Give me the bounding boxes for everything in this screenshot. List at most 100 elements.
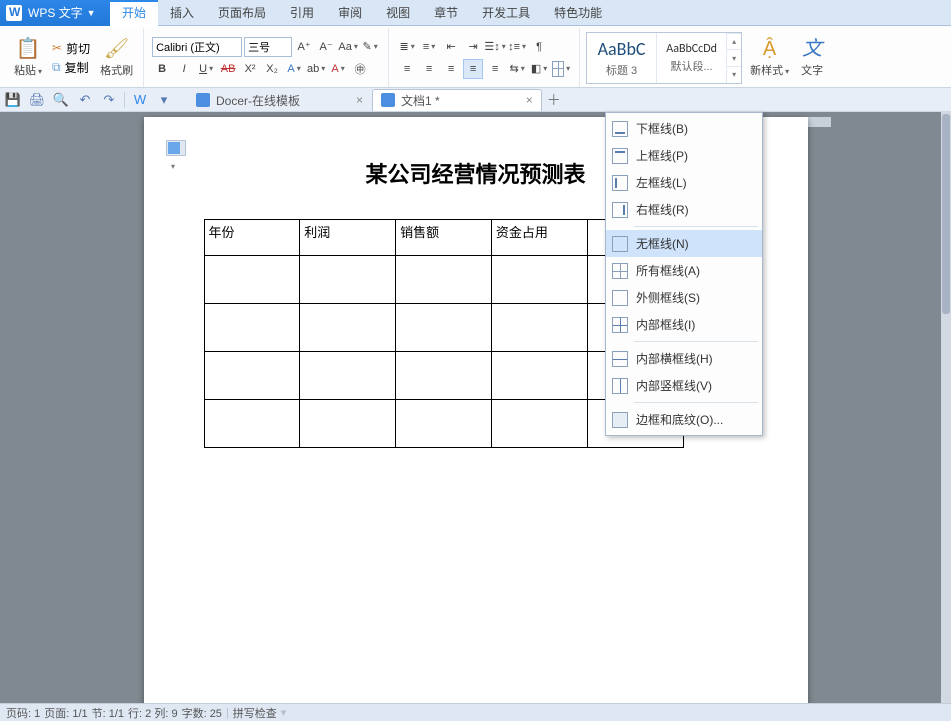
copy-icon: ⧉ (52, 60, 61, 75)
border-option[interactable]: 外侧框线(S) (606, 284, 762, 311)
menu-tab-start[interactable]: 开始 (110, 0, 158, 26)
change-case-button[interactable]: Aa (338, 37, 358, 57)
qat-more-caret-icon[interactable]: ▾ (155, 91, 173, 109)
border-option[interactable]: 所有框线(A) (606, 257, 762, 284)
style-gallery[interactable]: AaBbC 标题 3 AaBbCcDd 默认段... ▴▾▾ (586, 32, 742, 84)
border-option[interactable]: 上框线(P) (606, 142, 762, 169)
scissors-icon: ✂ (52, 41, 62, 55)
sidebar-toggle[interactable] (166, 140, 186, 156)
tab-close-icon[interactable]: × (526, 93, 533, 107)
table-header-cell[interactable]: 利润 (300, 220, 396, 256)
gallery-scroll[interactable]: ▴▾▾ (727, 33, 741, 83)
border-option-label: 内部横框线(H) (636, 350, 713, 367)
doc-tab-docer[interactable]: Docer-在线模板 × (187, 89, 372, 111)
border-option[interactable]: 内部横框线(H) (606, 345, 762, 372)
bold-button[interactable]: B (152, 59, 172, 79)
sort-button[interactable]: ☰↕ (485, 37, 505, 57)
align-right-button[interactable]: ≡ (441, 59, 461, 79)
table-header-cell[interactable]: 年份 (204, 220, 300, 256)
app-menu-caret-icon[interactable]: ▼ (87, 8, 96, 18)
style-default[interactable]: AaBbCcDd 默认段... (657, 33, 727, 83)
border-option[interactable]: 无框线(N) (606, 230, 762, 257)
distribute-button[interactable]: ≡ (485, 59, 505, 79)
border-option-label: 所有框线(A) (636, 262, 700, 279)
menu-tab-review[interactable]: 审阅 (326, 0, 374, 26)
line-spacing-button[interactable]: ↕≡ (507, 37, 527, 57)
paste-button[interactable]: 📋 粘贴 (8, 30, 48, 86)
indent-options-button[interactable]: ⇆ (507, 59, 527, 79)
quick-access-toolbar: 💾 🖨 🔍 ↶ ↷ W ▾ Docer-在线模板 × 文档1 * × ＋ (0, 88, 951, 112)
subscript-button[interactable]: X₂ (262, 59, 282, 79)
text-tool-button[interactable]: 文 文字 (795, 30, 829, 86)
menu-tab-references[interactable]: 引用 (278, 0, 326, 26)
superscript-button[interactable]: X² (240, 59, 260, 79)
decrease-font-button[interactable]: A⁻ (316, 37, 336, 57)
menu-tab-view[interactable]: 视图 (374, 0, 422, 26)
shading-button[interactable]: ◧ (529, 59, 549, 79)
strike-button[interactable]: AB (218, 59, 238, 79)
italic-button[interactable]: I (174, 59, 194, 79)
status-page: 页面: 1/1 (44, 705, 87, 721)
border-option[interactable]: 内部框线(I) (606, 311, 762, 338)
bullets-button[interactable]: ≣ (397, 37, 417, 57)
qat-undo-button[interactable]: ↶ (76, 91, 94, 109)
underline-button[interactable]: U (196, 59, 216, 79)
clear-format-button[interactable]: ✎ (360, 37, 380, 57)
new-style-button[interactable]: Ậ 新样式 (744, 30, 795, 86)
ribbon-group-clipboard: 📋 粘贴 ✂ 剪切 ⧉复制 🖌 格式刷 (4, 28, 144, 87)
style-name: 标题 3 (606, 62, 637, 78)
doc-tab-document1[interactable]: 文档1 * × (372, 89, 542, 111)
font-size-select[interactable] (244, 37, 292, 57)
menu-tab-insert[interactable]: 插入 (158, 0, 206, 26)
separator (124, 92, 125, 108)
increase-font-button[interactable]: A⁺ (294, 37, 314, 57)
text-effect-button[interactable]: A (284, 59, 304, 79)
border-option[interactable]: 内部竖框线(V) (606, 372, 762, 399)
font-color-button[interactable]: A (328, 59, 348, 79)
border-icon (612, 412, 628, 428)
scrollbar-thumb[interactable] (942, 114, 950, 314)
highlight-button[interactable]: ab (306, 59, 326, 79)
cut-button[interactable]: ✂ 剪切 (52, 40, 90, 57)
border-option[interactable]: 边框和底纹(O)... (606, 406, 762, 433)
increase-indent-button[interactable]: ⇥ (463, 37, 483, 57)
tab-close-icon[interactable]: × (356, 93, 363, 107)
menu-tab-developer[interactable]: 开发工具 (470, 0, 542, 26)
border-icon (612, 351, 628, 367)
border-option-label: 内部框线(I) (636, 316, 695, 333)
table-header-cell[interactable]: 销售额 (396, 220, 492, 256)
border-option[interactable]: 右框线(R) (606, 196, 762, 223)
font-name-select[interactable] (152, 37, 242, 57)
copy-button[interactable]: ⧉复制 (52, 59, 90, 76)
cut-label: 剪切 (66, 40, 90, 57)
border-option[interactable]: 左框线(L) (606, 169, 762, 196)
qat-save-button[interactable]: 💾 (4, 91, 22, 109)
qat-redo-button[interactable]: ↷ (100, 91, 118, 109)
format-painter-button[interactable]: 🖌 格式刷 (94, 30, 139, 86)
menu-tab-page-layout[interactable]: 页面布局 (206, 0, 278, 26)
status-page-code: 页码: 1 (6, 705, 40, 721)
align-left-button[interactable]: ≡ (397, 59, 417, 79)
borders-button[interactable] (551, 59, 571, 79)
new-tab-button[interactable]: ＋ (546, 92, 562, 108)
vertical-scrollbar[interactable] (941, 112, 951, 703)
decrease-indent-button[interactable]: ⇤ (441, 37, 461, 57)
menu-tab-chapter[interactable]: 章节 (422, 0, 470, 26)
status-spellcheck[interactable]: 拼写检查 (233, 705, 277, 721)
show-marks-button[interactable]: ¶ (529, 37, 549, 57)
numbering-button[interactable]: ≡ (419, 37, 439, 57)
phonetic-button[interactable]: ㊥ (350, 59, 370, 79)
justify-button[interactable]: ≡ (463, 59, 483, 79)
border-icon (612, 236, 628, 252)
align-center-button[interactable]: ≡ (419, 59, 439, 79)
qat-wps-button[interactable]: W (131, 91, 149, 109)
border-option[interactable]: 下框线(B) (606, 115, 762, 142)
table-header-cell[interactable]: 资金占用 (491, 220, 587, 256)
qat-print-button[interactable]: 🖨 (28, 91, 46, 109)
style-preview: AaBbC (598, 38, 646, 60)
style-heading3[interactable]: AaBbC 标题 3 (587, 33, 657, 83)
borders-dropdown: 下框线(B)上框线(P)左框线(L)右框线(R) 无框线(N) 所有框线(A) 外侧框… (605, 112, 763, 436)
menu-tab-special[interactable]: 特色功能 (542, 0, 614, 26)
qat-preview-button[interactable]: 🔍 (52, 91, 70, 109)
text-tool-label: 文字 (801, 62, 823, 78)
